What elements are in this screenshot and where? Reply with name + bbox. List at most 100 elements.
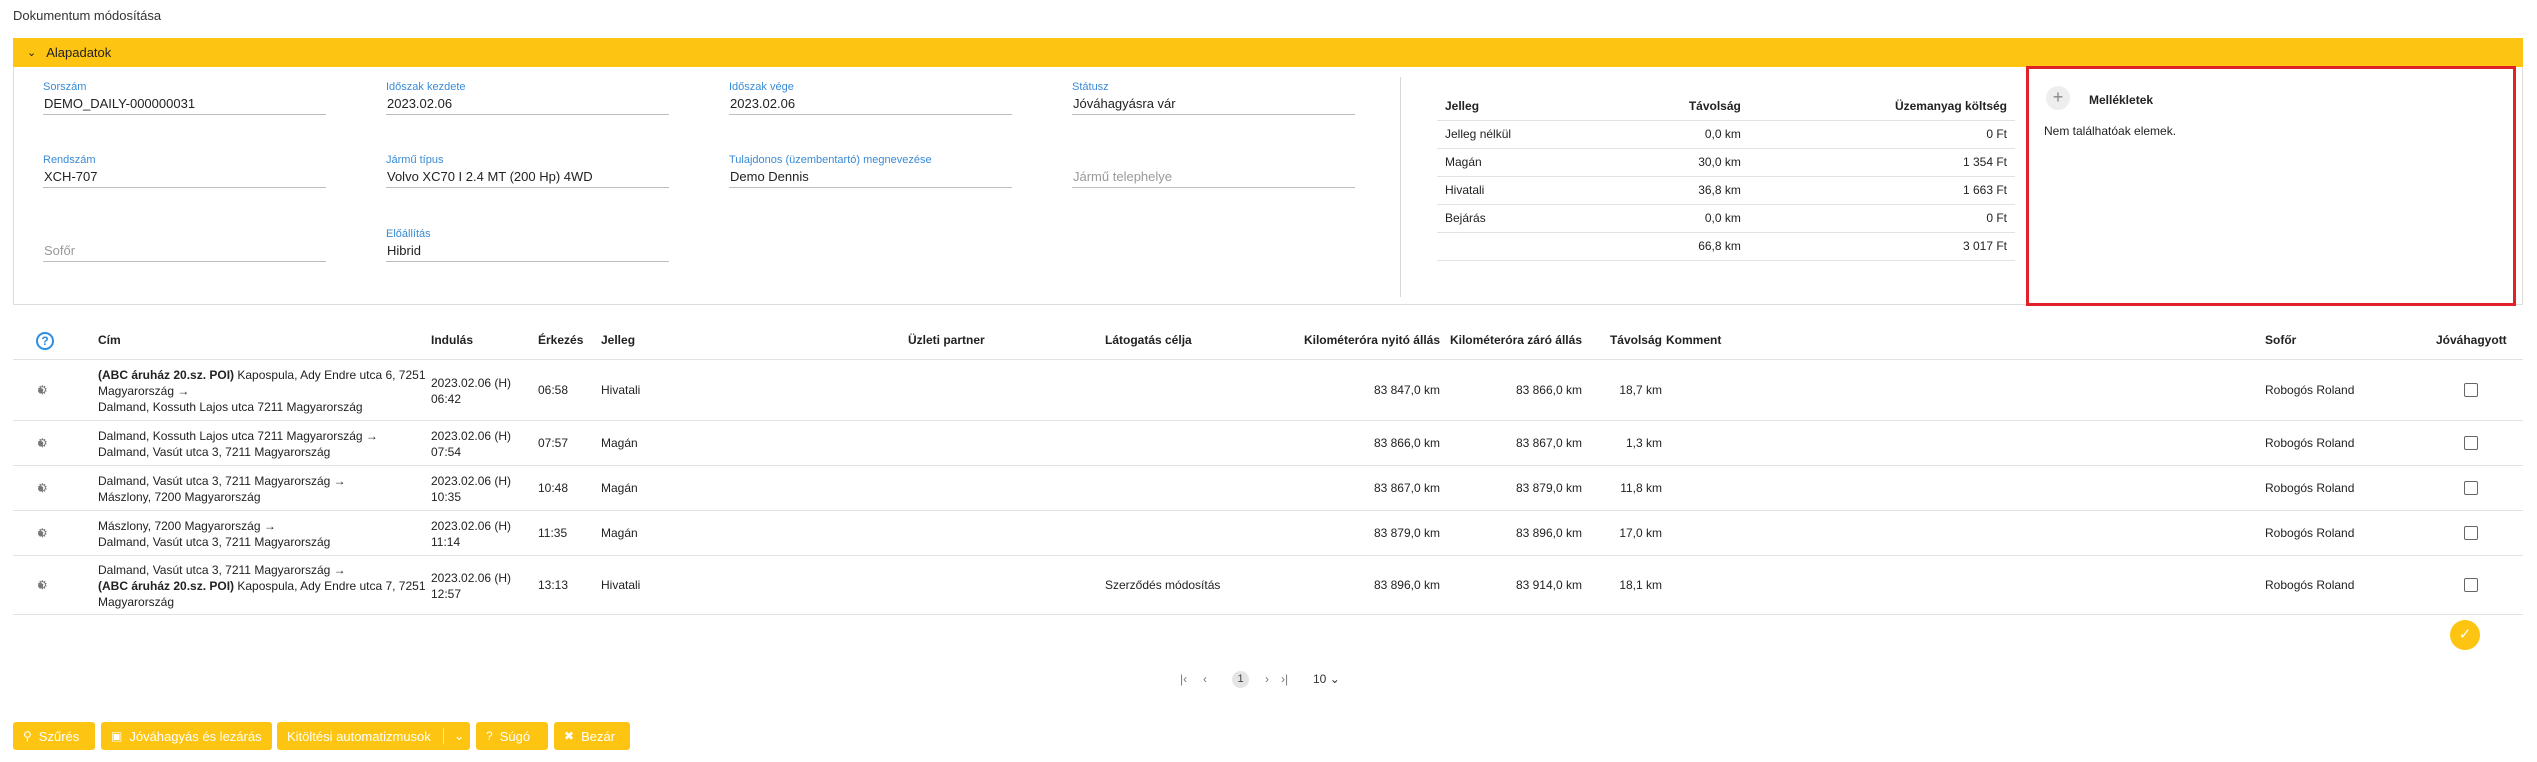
field-idoszak-vege[interactable]: Időszak vége 2023.02.06 [729,81,1012,115]
next-page-icon[interactable]: › [1265,672,1269,686]
addr-line: Dalmand, Kossuth Lajos utca 7211 Magyaro… [98,400,363,414]
addr-line: Dalmand, Vasút utca 3, 7211 Magyarország [98,445,331,459]
col-jelleg[interactable]: Jelleg [601,333,635,347]
trip-km-open: 83 879,0 km [1373,526,1440,540]
trip-km-close: 83 914,0 km [1515,578,1582,592]
summary-cell: Magán [1437,148,1608,177]
field-elofeltetel[interactable]: Előállítás Hibrid [386,228,669,262]
elofeltetel-input[interactable]: Hibrid [386,242,669,262]
field-sofor[interactable]: Sofőr [43,228,326,262]
approve-checkbox[interactable] [2464,481,2478,495]
summary-cell: 0,0 km [1607,204,1749,233]
col-cim[interactable]: Cím [98,333,121,347]
idoszak-kezdete-input[interactable]: 2023.02.06 [386,95,669,115]
trip-driver: Robogós Roland [2265,526,2355,540]
close-button[interactable]: ✖ Bezár [554,722,630,750]
help-button[interactable]: ? Súgó [476,722,548,750]
tulajdonos-input[interactable]: Demo Dennis [729,168,1012,188]
filter-button[interactable]: ⚲ Szűrés [13,722,95,750]
departure-time: 10:35 [431,490,462,504]
summary-table: Jelleg Távolság Üzemanyag költség Jelleg… [1437,92,2015,261]
col-km-zaro[interactable]: Kilométeróra záró állás [1440,333,1582,347]
table-row[interactable]: ● ⚙ Mászlony, 7200 Magyarország → Dalmand,… [13,512,2523,556]
double-check-icon[interactable]: ✓ [2450,620,2480,650]
departure-date: 2023.02.06 (H) [431,519,512,533]
summary-cell: 36,8 km [1607,176,1749,205]
help-circle-icon: ? [486,729,493,743]
col-komment[interactable]: Komment [1666,333,1721,347]
table-row[interactable]: ● ⚙ Dalmand, Vasút utca 3, 7211 Magyarors… [13,467,2523,511]
trip-departure: 2023.02.06 (H) 06:42 [431,375,511,407]
poi-name: (ABC áruház 20.sz. POI) [98,368,235,382]
addr-line: Mászlony, 7200 Magyarország → [98,519,276,533]
trip-departure: 2023.02.06 (H) 12:57 [431,570,511,602]
gear-icon[interactable]: ⚙ [37,436,51,450]
col-indulas[interactable]: Indulás [431,333,473,347]
col-latogatas-celja[interactable]: Látogatás célja [1105,333,1192,347]
approve-checkbox[interactable] [2464,436,2478,450]
last-page-icon[interactable]: ›| [1281,672,1288,686]
col-sofor[interactable]: Sofőr [2265,333,2296,347]
field-statusz[interactable]: Státusz Jóváhagyásra vár [1072,81,1355,115]
gear-icon[interactable]: ⚙ [37,578,51,592]
field-jarmu-tipus[interactable]: Jármű típus Volvo XC70 I 2.4 MT (200 Hp)… [386,154,669,188]
trip-distance: 18,1 km [1619,578,1662,592]
trip-distance: 18,7 km [1619,383,1662,397]
first-page-icon[interactable]: |‹ [1180,672,1187,686]
trip-arrival: 07:57 [538,436,569,450]
trip-distance: 1,3 km [1625,436,1662,450]
page-size-select[interactable]: 10 ⌄ [1313,672,1340,686]
sorszam-input[interactable]: DEMO_DAILY-000000031 [43,95,326,115]
table-row[interactable]: ● ⚙ (ABC áruház 20.sz. POI) Kapospula, Ad… [13,361,2523,421]
addr-line: Magyarország → [98,384,190,398]
approve-checkbox[interactable] [2464,526,2478,540]
table-row[interactable]: ● ⚙ Dalmand, Vasút utca 3, 7211 Magyarors… [13,557,2523,615]
gear-icon[interactable]: ⚙ [37,383,51,397]
prev-page-icon[interactable]: ‹ [1203,672,1207,686]
summary-header-tavolsag: Távolság [1607,92,1749,121]
departure-date: 2023.02.06 (H) [431,474,512,488]
col-km-nyito[interactable]: Kilométeróra nyitó állás [1193,333,1440,347]
field-label: Jármű típus [386,154,444,166]
trip-type: Hivatali [601,578,641,592]
approve-checkbox[interactable] [2464,578,2478,592]
field-rendszam[interactable]: Rendszám XCH-707 [43,154,326,188]
table-row[interactable]: ● ⚙ Dalmand, Kossuth Lajos utca 7211 Magy… [13,422,2523,466]
jarmu-telephelye-input[interactable]: Jármű telephelye [1072,168,1355,188]
approve-close-button[interactable]: ▣ Jóváhagyás és lezárás [101,722,272,750]
statusz-input[interactable]: Jóváhagyásra vár [1072,95,1355,115]
trip-type: Magán [601,526,638,540]
jarmu-tipus-input[interactable]: Volvo XC70 I 2.4 MT (200 Hp) 4WD [386,168,669,188]
rendszam-input[interactable]: XCH-707 [43,168,326,188]
col-tavolsag[interactable]: Távolság [1582,333,1662,347]
section-header-alapadatok[interactable]: ⌄ Alapadatok [13,38,2523,67]
trip-driver: Robogós Roland [2265,383,2355,397]
trip-departure: 2023.02.06 (H) 07:54 [431,428,511,460]
trip-km-close: 83 879,0 km [1515,481,1582,495]
field-idoszak-kezdete[interactable]: Időszak kezdete 2023.02.06 [386,81,669,115]
field-sorszam[interactable]: Sorszám DEMO_DAILY-000000031 [43,81,326,115]
autofill-button[interactable]: Kitöltési automatizmusok ⌄ [277,722,470,750]
field-label: Sorszám [43,81,87,93]
sofor-input[interactable]: Sofőr [43,242,326,262]
field-tulajdonos[interactable]: Tulajdonos (üzembentartó) megnevezése De… [729,154,1012,188]
summary-cell: 1 354 Ft [1748,148,2015,177]
approve-checkbox[interactable] [2464,383,2478,397]
vertical-divider [1400,77,1401,297]
field-label [43,228,326,242]
field-jarmu-telephelye[interactable]: Jármű telephelye [1072,154,1355,188]
idoszak-vege-input[interactable]: 2023.02.06 [729,95,1012,115]
col-uzleti-partner[interactable]: Üzleti partner [908,333,985,347]
plus-icon[interactable]: + [2046,86,2070,110]
gear-icon[interactable]: ⚙ [37,526,51,540]
trip-address: Dalmand, Vasút utca 3, 7211 Magyarország… [98,473,346,505]
help-circle-icon[interactable]: ? [36,332,54,350]
trip-arrival: 11:35 [538,526,568,540]
summary-total-distance: 66,8 km [1607,232,1749,261]
page-number-current[interactable]: 1 [1232,671,1249,688]
col-jovahagyott[interactable]: Jóváhagyott [2436,333,2507,347]
addr-line: Kapospula, Ady Endre utca 7, 7251 [234,579,426,593]
gear-icon[interactable]: ⚙ [37,481,51,495]
chevron-down-icon[interactable]: ⌄ [442,728,465,744]
col-erkezes[interactable]: Érkezés [538,333,583,347]
